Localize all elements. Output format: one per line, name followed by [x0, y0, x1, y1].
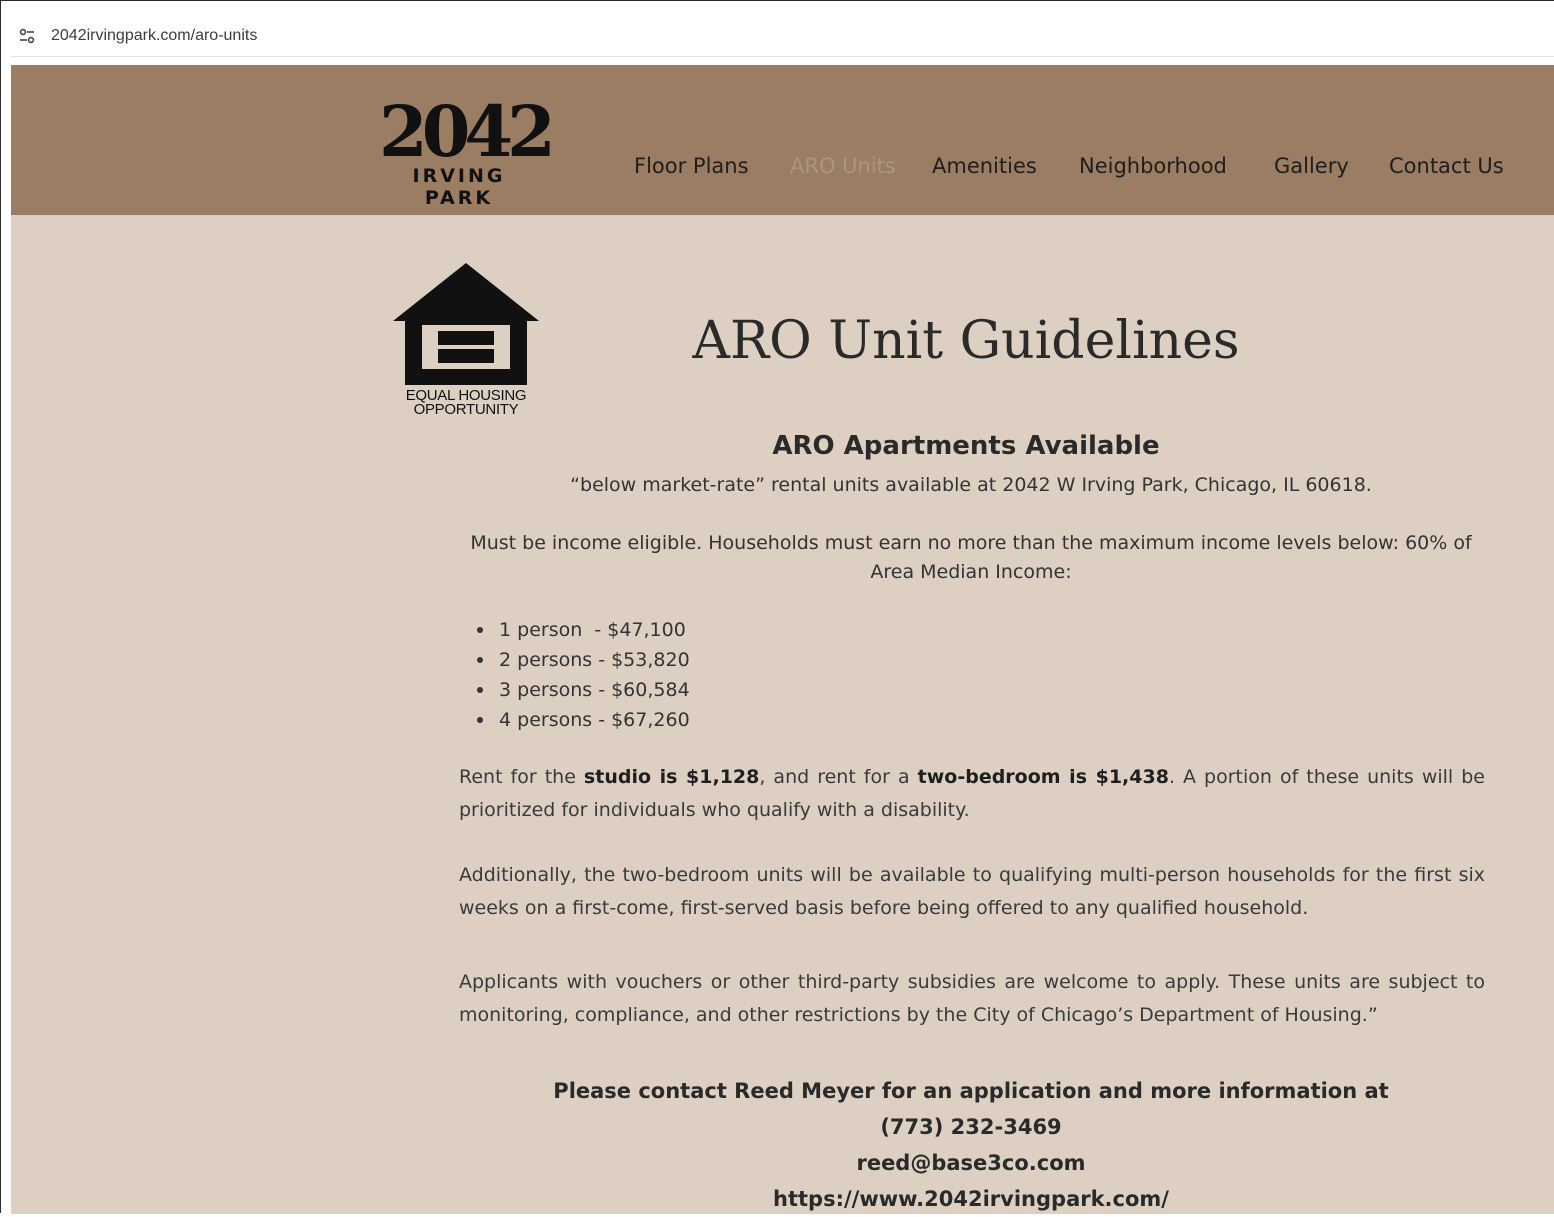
- intro-text: “below market-rate” rental units availab…: [570, 474, 1372, 496]
- site-logo[interactable]: 2042 IRVING PARK: [379, 90, 556, 210]
- nav-aro-units[interactable]: ARO Units: [790, 154, 896, 178]
- bullet-icon: [477, 687, 483, 693]
- bullet-icon: [477, 717, 483, 723]
- main-content: EQUAL HOUSING OPPORTUNITY ARO Unit Guide…: [11, 215, 1554, 1214]
- eligibility-text: Must be income eligible. Households must…: [470, 532, 1472, 583]
- equal-housing-logo: EQUAL HOUSING OPPORTUNITY: [391, 261, 541, 419]
- equal-housing-text: EQUAL HOUSING OPPORTUNITY: [405, 387, 527, 418]
- website-link[interactable]: https://www.2042irvingpark.com/: [461, 1181, 1481, 1217]
- nav-gallery[interactable]: Gallery: [1274, 154, 1349, 178]
- two-bedroom-rent: two-bedroom is $1,438: [917, 766, 1169, 788]
- browser-window: 2042irvingpark.com/aro-units 2042 IRVING…: [0, 0, 1554, 1214]
- list-item: 3 persons - $60,584: [477, 675, 690, 705]
- nav-amenities[interactable]: Amenities: [932, 154, 1037, 178]
- two-bedroom-paragraph: Additionally, the two-bedroom units will…: [459, 864, 1485, 919]
- address-bar[interactable]: 2042irvingpark.com/aro-units: [11, 15, 1554, 57]
- nav-floor-plans[interactable]: Floor Plans: [634, 154, 749, 178]
- list-item: 1 person - $47,100: [477, 615, 690, 645]
- income-levels-list: 1 person - $47,100 2 persons - $53,820 3…: [477, 615, 690, 735]
- section-subheading: ARO Apartments Available: [772, 431, 1160, 461]
- rent-paragraph: Rent for the studio is $1,128, and rent …: [459, 766, 1485, 821]
- list-item: 4 persons - $67,260: [477, 705, 690, 735]
- phone-link[interactable]: (773) 232-3469: [461, 1109, 1481, 1145]
- house-icon: [393, 263, 539, 385]
- nav-contact-us[interactable]: Contact Us: [1389, 154, 1504, 178]
- logo-number: 2042: [379, 90, 556, 173]
- contact-block: Please contact Reed Meyer for an applica…: [461, 1073, 1481, 1217]
- site-header: 2042 IRVING PARK Floor Plans ARO Units A…: [11, 65, 1554, 215]
- bullet-icon: [477, 627, 483, 633]
- email-link[interactable]: reed@base3co.com: [461, 1145, 1481, 1181]
- nav-neighborhood[interactable]: Neighborhood: [1079, 154, 1227, 178]
- list-item: 2 persons - $53,820: [477, 645, 690, 675]
- voucher-paragraph: Applicants with vouchers or other third-…: [459, 971, 1485, 1026]
- page-title: ARO Unit Guidelines: [692, 311, 1240, 371]
- contact-intro: Please contact Reed Meyer for an applica…: [553, 1079, 1389, 1103]
- tune-icon[interactable]: [17, 26, 37, 46]
- url-text[interactable]: 2042irvingpark.com/aro-units: [51, 27, 257, 45]
- studio-rent: studio is $1,128: [583, 766, 760, 788]
- bullet-icon: [477, 657, 483, 663]
